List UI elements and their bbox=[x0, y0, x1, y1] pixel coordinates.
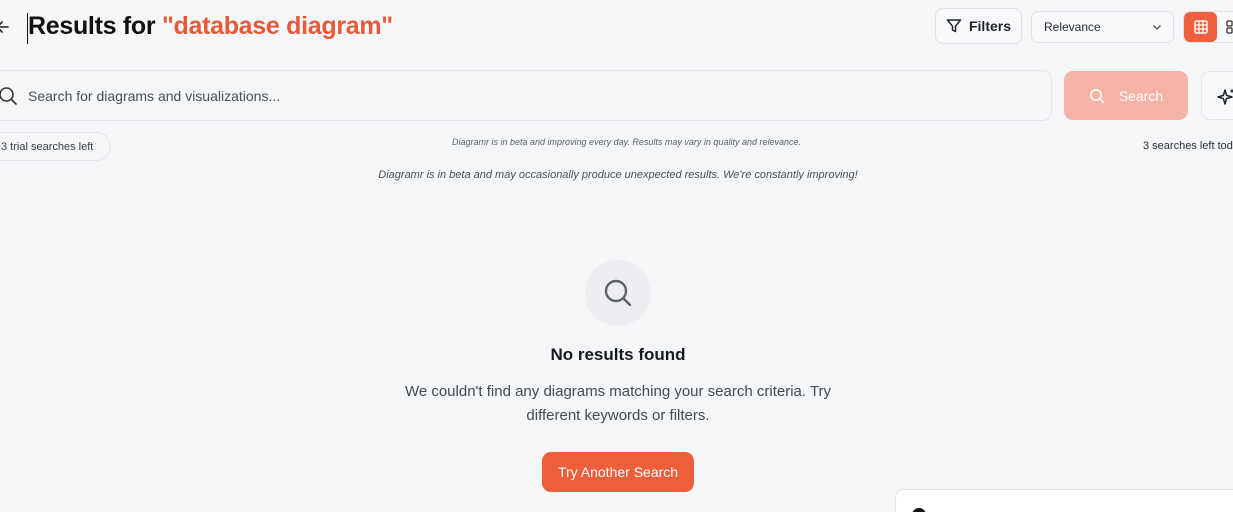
search-icon bbox=[0, 86, 18, 111]
sparkles-icon bbox=[1217, 88, 1233, 105]
try-another-search-label: Try Another Search bbox=[557, 464, 679, 480]
empty-state-title: No results found bbox=[550, 345, 686, 364]
panel-avatar bbox=[912, 508, 926, 512]
layout-view-button[interactable] bbox=[1223, 12, 1233, 42]
trial-searches-text: 3 trial searches left bbox=[1, 140, 94, 153]
title-prefix: Results for bbox=[28, 12, 162, 40]
search-query: "database diagram" bbox=[161, 12, 393, 40]
back-button[interactable] bbox=[0, 17, 12, 37]
arrow-left-icon bbox=[0, 21, 9, 33]
grid-icon bbox=[1193, 20, 1208, 34]
search-input[interactable] bbox=[28, 84, 1028, 108]
trial-searches-badge: 3 trial searches left bbox=[0, 132, 111, 161]
layout-icon bbox=[1226, 20, 1233, 34]
search-icon bbox=[1089, 88, 1105, 103]
filter-icon bbox=[946, 19, 962, 33]
chevron-down-icon bbox=[1153, 25, 1161, 30]
try-another-search-button[interactable]: Try Another Search bbox=[542, 452, 694, 492]
search-button[interactable]: Search bbox=[1064, 71, 1188, 120]
filters-label: Filters bbox=[968, 18, 1011, 34]
empty-state-description: We couldn't find any diagrams matching y… bbox=[404, 383, 832, 424]
sort-value: Relevance bbox=[1044, 20, 1101, 34]
search-button-label: Search bbox=[1118, 87, 1164, 104]
empty-state-illustration bbox=[585, 260, 651, 326]
beta-disclaimer: Diagramr is in beta and may occasionally… bbox=[378, 169, 858, 181]
page-title: Results for "database diagram" bbox=[28, 12, 393, 41]
sort-select[interactable]: Relevance bbox=[1031, 11, 1174, 43]
beta-disclaimer-small: Diagramr is in beta and improving every … bbox=[452, 137, 801, 147]
ai-search-button[interactable] bbox=[1201, 71, 1233, 120]
searches-left-text: 3 searches left tod bbox=[1143, 140, 1233, 152]
grid-view-button[interactable] bbox=[1184, 12, 1217, 42]
view-toggle bbox=[1183, 11, 1233, 43]
floating-panel[interactable] bbox=[895, 489, 1233, 512]
search-icon bbox=[604, 279, 632, 307]
filters-button[interactable]: Filters bbox=[935, 8, 1022, 44]
